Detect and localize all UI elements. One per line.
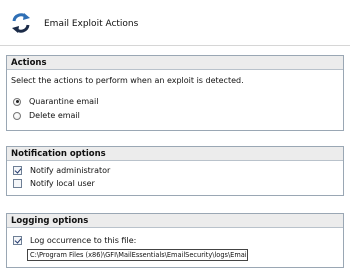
actions-section: Actions Select the actions to perform wh…: [6, 55, 344, 131]
logging-section: Logging options Log occurrence to this f…: [6, 213, 344, 268]
log-file-path-input[interactable]: C:\Program Files (x86)\GFI\MailEssential…: [27, 249, 248, 261]
page-title: Email Exploit Actions: [44, 19, 139, 29]
log-occurrence-label: Log occurrence to this file:: [30, 236, 137, 245]
actions-description: Select the actions to perform when an ex…: [11, 76, 244, 85]
header-divider: [0, 45, 350, 46]
notify-local-user-checkbox[interactable]: [13, 179, 22, 188]
quarantine-email-option[interactable]: Quarantine email: [13, 97, 99, 106]
notify-administrator-checkbox[interactable]: [13, 166, 22, 175]
notify-administrator-option[interactable]: Notify administrator: [13, 166, 110, 175]
delete-email-radio[interactable]: [13, 111, 21, 120]
notification-heading: Notification options: [7, 147, 343, 161]
notify-local-user-option[interactable]: Notify local user: [13, 179, 95, 188]
quarantine-email-radio[interactable]: [13, 97, 21, 106]
quarantine-email-label: Quarantine email: [29, 97, 99, 106]
actions-heading: Actions: [7, 56, 343, 70]
delete-email-option[interactable]: Delete email: [13, 111, 80, 120]
logging-heading: Logging options: [7, 214, 343, 228]
refresh-arrows-icon: [12, 13, 30, 33]
notify-local-user-label: Notify local user: [30, 179, 95, 188]
notification-section: Notification options Notify administrato…: [6, 146, 344, 196]
delete-email-label: Delete email: [29, 111, 80, 120]
notify-administrator-label: Notify administrator: [30, 166, 111, 175]
log-occurrence-checkbox[interactable]: [13, 236, 22, 245]
log-occurrence-option[interactable]: Log occurrence to this file:: [13, 236, 136, 245]
